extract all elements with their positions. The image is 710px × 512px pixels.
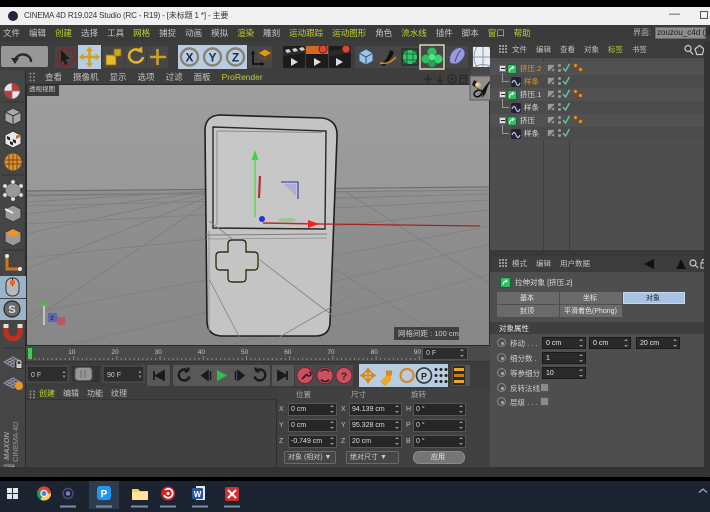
svg-text:Z: Z <box>232 51 239 65</box>
svg-text:90 F: 90 F <box>107 372 121 379</box>
svg-text:y: y <box>42 298 46 305</box>
svg-text:z: z <box>50 315 54 322</box>
svg-text:网格间距 : 100 cm: 网格间距 : 100 cm <box>398 328 459 338</box>
svg-text:0 F: 0 F <box>31 372 41 379</box>
svg-text:W: W <box>194 490 202 499</box>
svg-text:P: P <box>101 489 108 500</box>
svg-text:Y: Y <box>208 51 216 65</box>
svg-text:?: ? <box>341 372 347 383</box>
svg-text:S: S <box>8 304 15 316</box>
svg-text:P: P <box>421 372 427 382</box>
svg-text:X: X <box>185 51 193 65</box>
